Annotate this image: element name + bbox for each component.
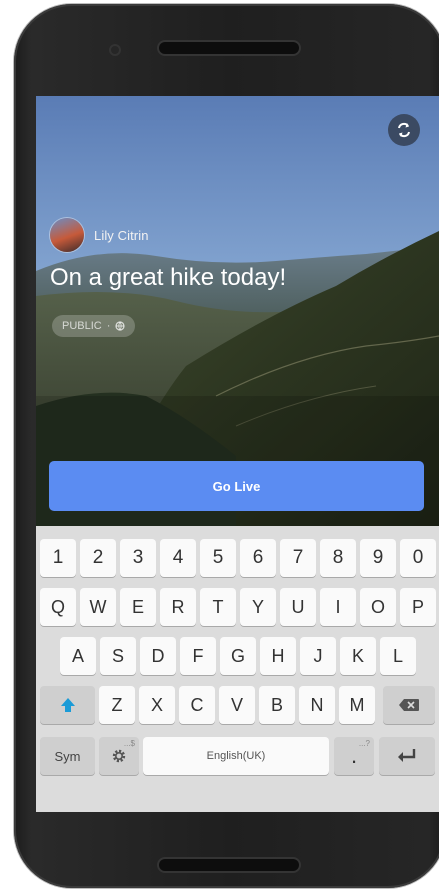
sym-key[interactable]: Sym — [40, 737, 95, 775]
key-0[interactable]: 0 — [400, 539, 436, 577]
key-a[interactable]: A — [60, 637, 96, 675]
key-8[interactable]: 8 — [320, 539, 356, 577]
period-label: . — [350, 743, 358, 768]
backspace-icon — [399, 699, 419, 711]
enter-icon — [398, 749, 416, 762]
key-d[interactable]: D — [140, 637, 176, 675]
space-key[interactable]: English(UK) — [143, 737, 329, 775]
keyboard-row-asdf: ASDFGHJKL — [36, 637, 439, 675]
key-n[interactable]: N — [299, 686, 335, 724]
key-6[interactable]: 6 — [240, 539, 276, 577]
settings-key[interactable]: ...$ — [99, 737, 139, 775]
user-name[interactable]: Lily Citrin — [94, 228, 149, 243]
privacy-selector[interactable]: PUBLIC · — [52, 315, 136, 337]
enter-key[interactable] — [379, 737, 435, 775]
key-3[interactable]: 3 — [120, 539, 156, 577]
status-text-input[interactable]: On a great hike today! — [50, 264, 286, 292]
key-x[interactable]: X — [139, 686, 175, 724]
key-1[interactable]: 1 — [40, 539, 76, 577]
key-s[interactable]: S — [100, 637, 136, 675]
keyboard-row-zxcv: ZXCVBNM — [36, 686, 439, 724]
key-5[interactable]: 5 — [200, 539, 236, 577]
key-e[interactable]: E — [120, 588, 156, 626]
key-y[interactable]: Y — [240, 588, 276, 626]
key-c[interactable]: C — [179, 686, 215, 724]
period-hint: ...? — [358, 739, 370, 748]
privacy-separator: · — [106, 320, 111, 332]
key-p[interactable]: P — [400, 588, 436, 626]
screen: Lily Citrin On a great hike today! PUBLI… — [36, 96, 439, 812]
period-key[interactable]: ...? . — [334, 737, 374, 775]
key-k[interactable]: K — [340, 637, 376, 675]
broadcaster-row: Lily Citrin — [50, 218, 149, 252]
key-j[interactable]: J — [300, 637, 336, 675]
avatar[interactable] — [50, 218, 84, 252]
backspace-key[interactable] — [383, 686, 435, 724]
key-r[interactable]: R — [160, 588, 196, 626]
shift-arrow-icon — [60, 698, 75, 712]
privacy-label: PUBLIC — [62, 320, 102, 332]
key-u[interactable]: U — [280, 588, 316, 626]
key-t[interactable]: T — [200, 588, 236, 626]
shift-key[interactable] — [40, 686, 95, 724]
key-w[interactable]: W — [80, 588, 116, 626]
key-l[interactable]: L — [380, 637, 416, 675]
keyboard-row-qwerty: QWERTYUIOP — [36, 588, 439, 626]
go-live-button[interactable]: Go Live — [49, 461, 424, 511]
key-i[interactable]: I — [320, 588, 356, 626]
live-camera-preview: Lily Citrin On a great hike today! PUBLI… — [36, 96, 439, 526]
key-9[interactable]: 9 — [360, 539, 396, 577]
key-q[interactable]: Q — [40, 588, 76, 626]
key-m[interactable]: M — [339, 686, 375, 724]
globe-icon — [115, 321, 126, 331]
key-v[interactable]: V — [219, 686, 255, 724]
key-h[interactable]: H — [260, 637, 296, 675]
gear-icon — [112, 749, 126, 763]
on-screen-keyboard: 1234567890 QWERTYUIOP ASDFGHJKL ZXCVBNM … — [36, 526, 439, 812]
switch-camera-button[interactable] — [388, 114, 420, 146]
key-2[interactable]: 2 — [80, 539, 116, 577]
key-b[interactable]: B — [259, 686, 295, 724]
number-row: 1234567890 — [36, 539, 439, 577]
keyboard-row-bottom: Sym ...$ English(UK) ...? . — [36, 737, 439, 775]
key-7[interactable]: 7 — [280, 539, 316, 577]
key-g[interactable]: G — [220, 637, 256, 675]
key-o[interactable]: O — [360, 588, 396, 626]
settings-hint: ...$ — [123, 739, 135, 748]
key-z[interactable]: Z — [99, 686, 135, 724]
earpiece-speaker — [159, 42, 299, 54]
key-f[interactable]: F — [180, 637, 216, 675]
bottom-speaker — [159, 859, 299, 871]
switch-camera-icon — [398, 122, 410, 138]
key-4[interactable]: 4 — [160, 539, 196, 577]
front-camera — [109, 44, 121, 56]
